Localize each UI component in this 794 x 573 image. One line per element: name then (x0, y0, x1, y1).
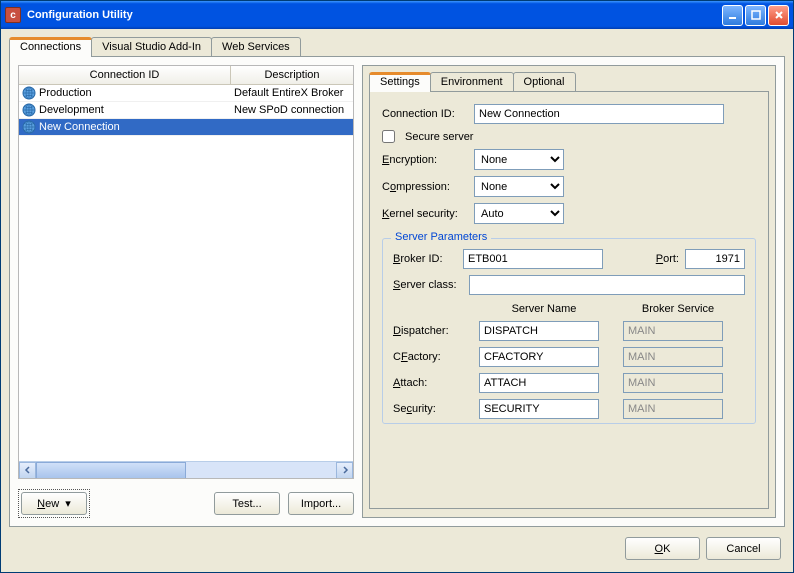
maximize-button[interactable] (745, 5, 766, 26)
broker-service-input (623, 373, 723, 393)
table-row[interactable]: New Connection (19, 119, 353, 136)
new-button[interactable]: New ▾ (21, 492, 87, 515)
server-name-input[interactable] (479, 321, 599, 341)
tab-environment[interactable]: Environment (430, 72, 514, 91)
encryption-select[interactable]: None (474, 149, 564, 170)
scroll-track[interactable] (36, 462, 336, 479)
broker-id-label: Broker ID: (393, 253, 457, 265)
scroll-thumb[interactable] (36, 462, 186, 479)
compression-select[interactable]: None (474, 176, 564, 197)
grid-header: Connection ID Description (19, 66, 353, 85)
server-row-label: Security: (393, 403, 465, 415)
secure-server-label: Secure server (405, 131, 473, 143)
tab-settings[interactable]: Settings (369, 72, 431, 92)
tab-connections[interactable]: Connections (9, 37, 92, 57)
server-row-label: CFactory: (393, 351, 465, 363)
server-name-input[interactable] (479, 399, 599, 419)
table-row[interactable]: ProductionDefault EntireX Broker (19, 85, 353, 102)
horizontal-scrollbar[interactable] (19, 461, 353, 478)
right-pane: Settings Environment Optional Connection… (362, 65, 776, 518)
outer-tabs: Connections Visual Studio Add-In Web Ser… (9, 37, 785, 56)
kernel-select[interactable]: Auto (474, 203, 564, 224)
new-button-rest: ew (45, 498, 59, 510)
inner-tabs: Settings Environment Optional (369, 72, 769, 91)
connection-id-input[interactable] (474, 104, 724, 124)
broker-service-input (623, 347, 723, 367)
server-class-label: Server class: (393, 279, 463, 291)
tab-web-services[interactable]: Web Services (211, 37, 301, 56)
cell-connection-id: Production (19, 85, 231, 101)
server-name-input[interactable] (479, 347, 599, 367)
broker-service-input (623, 321, 723, 341)
cancel-button[interactable]: Cancel (706, 537, 781, 560)
connections-grid: Connection ID Description ProductionDefa… (18, 65, 354, 479)
server-row-label: Attach: (393, 377, 465, 389)
encryption-label: Encryption: (382, 154, 468, 166)
app-window: c Configuration Utility Connections Visu… (0, 0, 794, 573)
cell-connection-id: New Connection (19, 119, 231, 135)
server-row-label: Dispatcher: (393, 325, 465, 337)
tab-vs-addin[interactable]: Visual Studio Add-In (91, 37, 212, 56)
client-area: Connections Visual Studio Add-In Web Ser… (1, 29, 793, 572)
ok-button[interactable]: OK (625, 537, 700, 560)
broker-id-input[interactable] (463, 249, 603, 269)
col-broker-service: Broker Service (623, 303, 733, 315)
cell-description (231, 119, 353, 135)
connections-panel: Connection ID Description ProductionDefa… (9, 56, 785, 527)
broker-service-input (623, 399, 723, 419)
compression-label: Compression: (382, 181, 468, 193)
scroll-left-button[interactable] (19, 462, 36, 479)
cell-description: New SPoD connection (231, 102, 353, 118)
grid-body[interactable]: ProductionDefault EntireX BrokerDevelopm… (19, 85, 353, 461)
server-grid: Server Name Broker Service Dispatcher: CF… (393, 303, 745, 419)
close-button[interactable] (768, 5, 789, 26)
server-parameters-group: Server Parameters Broker ID: Port: Serve… (382, 238, 756, 424)
col-description[interactable]: Description (231, 66, 353, 84)
test-button[interactable]: Test... (214, 492, 280, 515)
col-server-name: Server Name (479, 303, 609, 315)
left-pane: Connection ID Description ProductionDefa… (18, 65, 354, 518)
tab-optional[interactable]: Optional (513, 72, 576, 91)
port-label: Port: (656, 253, 679, 265)
table-row[interactable]: DevelopmentNew SPoD connection (19, 102, 353, 119)
cell-description: Default EntireX Broker (231, 85, 353, 101)
import-button[interactable]: Import... (288, 492, 354, 515)
app-icon: c (5, 7, 21, 23)
scroll-right-button[interactable] (336, 462, 353, 479)
server-name-input[interactable] (479, 373, 599, 393)
secure-server-checkbox[interactable] (382, 130, 395, 143)
server-parameters-legend: Server Parameters (391, 231, 491, 243)
minimize-button[interactable] (722, 5, 743, 26)
server-class-input[interactable] (469, 275, 745, 295)
settings-panel: Connection ID: Secure server Encryption:… (369, 91, 769, 509)
port-input[interactable] (685, 249, 745, 269)
titlebar[interactable]: c Configuration Utility (1, 1, 793, 29)
kernel-label: Kernel security: (382, 208, 468, 220)
connection-id-label: Connection ID: (382, 108, 468, 120)
dialog-buttons: OK Cancel (9, 527, 785, 564)
cell-connection-id: Development (19, 102, 231, 118)
window-title: Configuration Utility (27, 9, 722, 21)
col-connection-id[interactable]: Connection ID (19, 66, 231, 84)
